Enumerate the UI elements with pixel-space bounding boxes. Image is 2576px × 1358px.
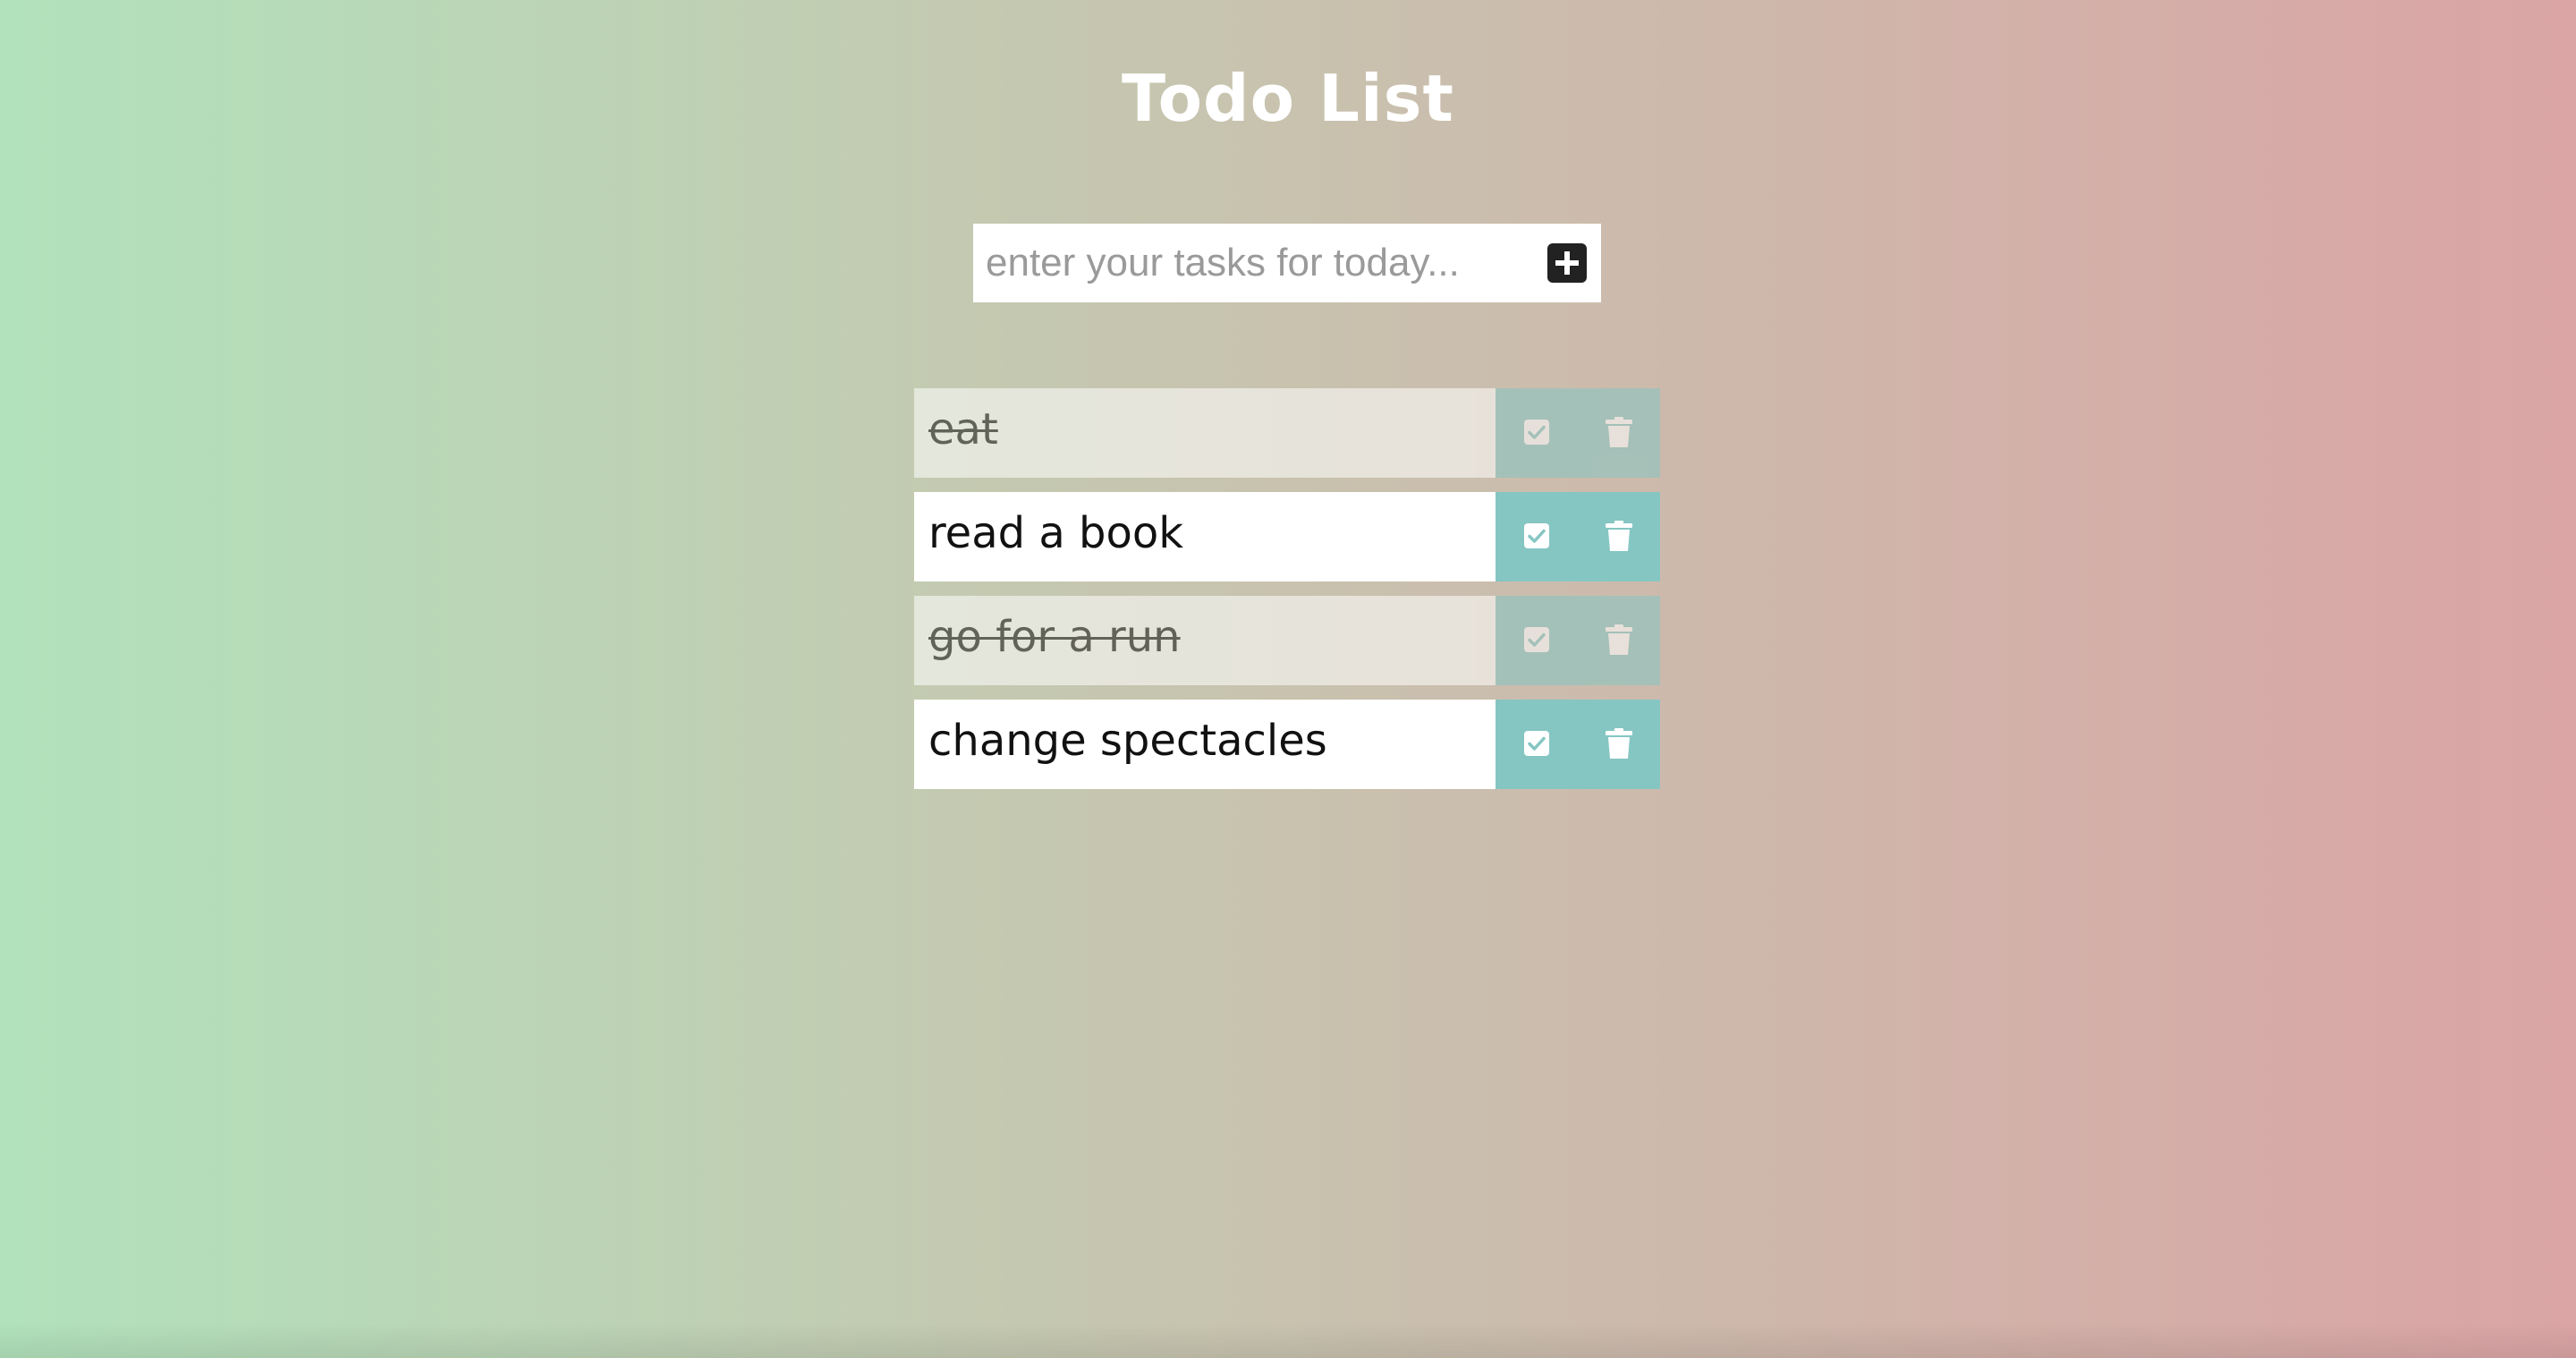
task-input[interactable] [986,224,1522,302]
complete-button[interactable] [1496,596,1578,685]
add-task-form [973,224,1601,302]
todo-actions [1496,700,1660,789]
check-square-icon [1524,626,1549,655]
bottom-shade [0,1322,2576,1358]
todo-item: go for a run [914,596,1660,685]
trash-icon [1606,624,1632,658]
todo-item: eat [914,388,1660,478]
delete-button[interactable] [1578,700,1660,789]
todo-item: read a book [914,492,1660,581]
todo-text: go for a run [914,596,1496,685]
todo-text: eat [914,388,1496,478]
check-square-icon [1524,419,1549,447]
todo-actions [1496,492,1660,581]
todo-list: eat read a book go for a run change spec… [914,388,1660,803]
complete-button[interactable] [1496,492,1578,581]
todo-text: change spectacles [914,700,1496,789]
trash-icon [1606,727,1632,761]
complete-button[interactable] [1496,388,1578,478]
page-title: Todo List [1122,61,1454,136]
delete-button[interactable] [1578,492,1660,581]
complete-button[interactable] [1496,700,1578,789]
plus-square-icon [1547,243,1587,283]
todo-actions [1496,596,1660,685]
trash-icon [1606,520,1632,554]
add-task-button[interactable] [1547,243,1587,283]
delete-button[interactable] [1578,388,1660,478]
check-square-icon [1524,730,1549,759]
todo-actions [1496,388,1660,478]
trash-icon [1606,416,1632,450]
check-square-icon [1524,522,1549,551]
todo-item: change spectacles [914,700,1660,789]
delete-button[interactable] [1578,596,1660,685]
todo-text: read a book [914,492,1496,581]
